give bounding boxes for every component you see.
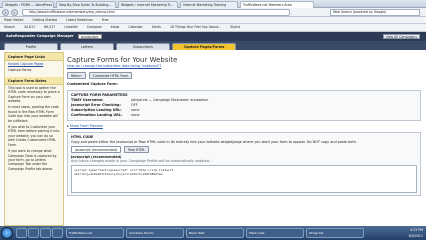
toolbar-item[interactable]: Stylist <box>230 25 240 29</box>
return-button[interactable]: Return <box>67 72 86 79</box>
search-input[interactable]: Web Search (powered by Google) <box>330 9 420 16</box>
forward-icon[interactable]: › <box>11 9 18 16</box>
section-label: Customized Capture Form: <box>67 82 118 86</box>
browser-tab[interactable]: Internet Marketing Training <box>180 1 238 8</box>
toolbar-item[interactable]: 18 Things Your Feel Say About... <box>170 25 221 29</box>
params-box: CAPTURE FORM PARAMETERS TWAY Username: jo… <box>67 90 421 121</box>
sidebar-link-hosted-pages[interactable]: Hosted Capture Pages <box>8 62 43 66</box>
browser-tab-bar: Widgets ‹ PDMS — WordPress Step-By-Step … <box>0 0 426 8</box>
campaign-manager-bar: AutoResponder Campaign Manager annepdsnr… <box>0 32 426 41</box>
back-icon[interactable]: ‹ <box>2 9 9 16</box>
taskbar-window[interactable]: Black R&P <box>186 228 244 238</box>
bookmark[interactable]: Latest Headlines <box>66 18 93 22</box>
bookmark[interactable]: Getting Started <box>32 18 57 22</box>
toolbar-item[interactable]: Calendar <box>128 25 142 29</box>
html-code-box: HTML CODE Copy and paste either the Java… <box>67 132 421 197</box>
taskbar-quicklaunch-icon[interactable] <box>52 228 63 238</box>
page-title: Capture Forms for Your Website <box>67 56 178 64</box>
url-field[interactable]: http://www.trafficwave.net/members/arp_c… <box>22 9 290 16</box>
clock: 4:23 PM 6/9/2011 <box>409 227 423 239</box>
taskbar-window[interactable]: Wings Me <box>306 228 364 238</box>
toolbar-item[interactable]: Inbox <box>111 25 120 29</box>
tab-capture-pages[interactable]: Capture Pages/Forms <box>172 43 236 50</box>
tab-profile[interactable]: Profile <box>4 43 58 50</box>
code-line: net/?e=jw1a2a1b3c1%nu=johnjarvis%tut=(e9… <box>74 172 163 177</box>
start-button-icon[interactable] <box>1 227 13 239</box>
address-bar-row: ‹ › http://www.trafficwave.net/members/a… <box>0 8 426 17</box>
param-value: johnjarvis — Campaign Nickname: annepdsn… <box>131 98 209 102</box>
browser-tab-active[interactable]: TrafficWave.net Members Area <box>240 1 314 8</box>
toolbar-item[interactable]: Alerts <box>152 25 161 29</box>
taskbar: TrafficWave.net Camtasia Studio Black R&… <box>0 226 426 240</box>
customize-form-button[interactable]: Customize HTML Form <box>88 72 133 79</box>
toolbar-item[interactable]: Search <box>4 25 15 29</box>
param-value: none <box>131 108 140 112</box>
bookmark[interactable]: Most Visited <box>4 18 23 22</box>
taskbar-quicklaunch-icon[interactable] <box>40 228 51 238</box>
show-preview-link[interactable]: Show Form Preview <box>70 124 103 128</box>
taskbar-quicklaunch-icon[interactable] <box>16 228 27 238</box>
param-value: none <box>131 113 140 117</box>
browser-tab[interactable]: Widgets ‹ PDMS — WordPress <box>2 1 54 8</box>
addon-toolbar: Search 44,617 66,017 LinkedIn Compose In… <box>0 24 426 32</box>
sidebar-heading: Capture Page Links <box>5 53 63 61</box>
bookmark[interactable]: Free <box>102 18 109 22</box>
bookmarks-bar: Most Visited Getting Started Latest Head… <box>0 17 426 24</box>
tab-letters[interactable]: Letters <box>60 43 114 50</box>
sidebar-link-capture-forms[interactable]: Capture Forms <box>8 68 31 72</box>
note-text: This tool is used to gather the HTML cod… <box>8 85 60 104</box>
clock-date: 6/9/2011 <box>408 234 423 238</box>
toolbar-item[interactable]: 66,017 <box>44 25 55 29</box>
campaign-tabs: Profile Letters Subscribers Capture Page… <box>0 41 426 50</box>
note-text: If you want to change what Campaign Data… <box>8 149 57 171</box>
taskbar-window[interactable]: Camtasia Studio <box>126 228 184 238</box>
view-all-campaigns-button[interactable]: View All Campaigns <box>382 34 420 39</box>
taskbar-window[interactable]: Mesh Cast <box>246 228 304 238</box>
param-key: Confirmation Landing URL: <box>71 113 123 117</box>
app-title: AutoResponder Campaign Manager <box>6 34 74 38</box>
main-content: Capture Forms for Your Website How do I … <box>67 52 421 226</box>
taskbar-quicklaunch-icon[interactable] <box>28 228 39 238</box>
tab-subscribers[interactable]: Subscribers <box>116 43 170 50</box>
browser-tab[interactable]: Step-By-Step Guide To Building... <box>56 1 116 8</box>
note-text: In most cases, pasting the code found in… <box>8 105 59 123</box>
campaign-select[interactable]: annepdsnr <box>77 33 102 39</box>
notes-heading: Capture Form Notes <box>5 76 63 85</box>
param-value: OFF <box>131 103 138 107</box>
toolbar-item[interactable]: Compose <box>87 25 102 29</box>
tab-javascript[interactable]: Javascript (recommended) <box>71 146 122 154</box>
toolbar-item[interactable]: LinkedIn <box>64 25 77 29</box>
tab-raw-html[interactable]: Raw HTML <box>124 146 149 154</box>
html-help-text: Copy and paste either the Javascript or … <box>71 140 357 144</box>
toolbar-item[interactable]: 44,617 <box>24 25 35 29</box>
taskbar-window[interactable]: TrafficWave.net <box>66 228 124 238</box>
browser-tab[interactable]: Widgets ‹ Internet Marketing Tr... <box>118 1 178 8</box>
sidebar: Capture Page Links Hosted Capture Pages … <box>4 52 64 226</box>
js-note: Any future changes made in your Campaign… <box>71 159 213 164</box>
code-textarea[interactable]: <script type="text/javascript" src="http… <box>71 165 417 194</box>
note-text: If you wish to Customize your HTML form … <box>8 125 60 147</box>
help-link[interactable]: How do I change the subscriber data bein… <box>67 64 161 68</box>
